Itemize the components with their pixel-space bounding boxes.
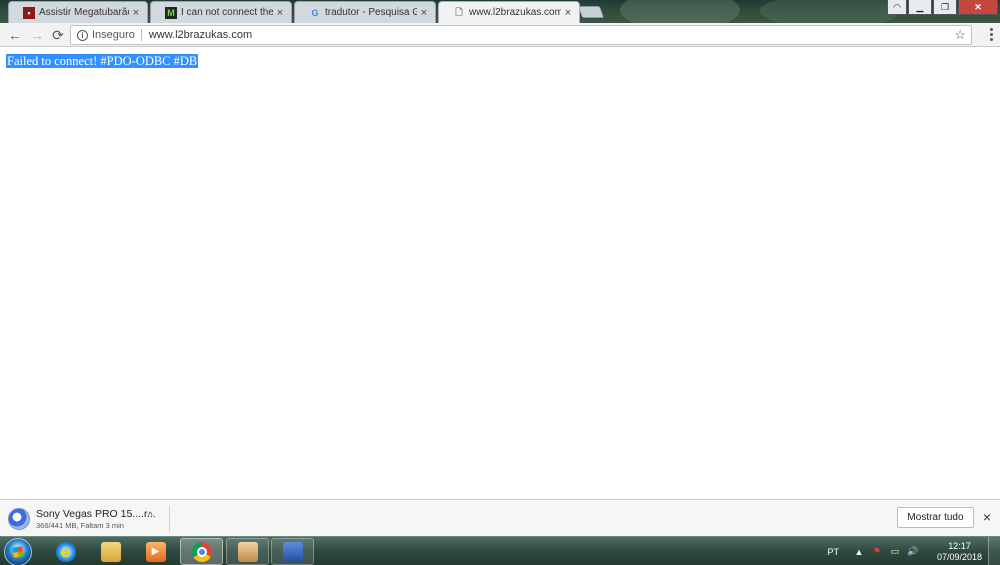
download-status: 366/441 MB, Faltam 3 min [36, 521, 124, 530]
reload-button[interactable]: ⟳ [49, 26, 67, 44]
installer-icon [8, 508, 30, 530]
show-all-button[interactable]: Mostrar tudo [897, 507, 974, 528]
address-bar[interactable]: i Inseguro www.l2brazukas.com ☆ [70, 25, 972, 45]
show-desktop-button[interactable] [988, 537, 1000, 565]
divider [140, 29, 142, 41]
network-icon[interactable]: ▭ [889, 546, 901, 557]
media-player-button[interactable]: ▶ [134, 538, 177, 565]
forward-button[interactable]: → [28, 26, 46, 44]
tab-l2brazukas[interactable]: 🗋 www.l2brazukas.com × [438, 1, 580, 23]
page-content: Failed to connect! #PDO-ODBC #DB [0, 48, 1000, 499]
close-icon[interactable]: × [561, 7, 575, 19]
browser-menu-button[interactable] [988, 28, 994, 41]
chevron-up-icon[interactable]: ^ [148, 511, 153, 522]
tab-megatubarao[interactable]: ▪ Assistir Megatubarão Dub × [8, 1, 148, 23]
url-text[interactable]: www.l2brazukas.com [149, 29, 252, 41]
close-icon[interactable]: × [417, 7, 431, 19]
tab-title: Assistir Megatubarão Dub [39, 7, 129, 18]
tab-tradutor[interactable]: G tradutor - Pesquisa Goog × [294, 1, 436, 23]
language-indicator[interactable]: PT [827, 547, 839, 557]
menu-dot [989, 38, 993, 41]
window-controls: ◠ ▁ ❐ ✕ [887, 0, 998, 15]
google-icon: G [311, 7, 319, 18]
browser-toolbar: ← → ⟳ i Inseguro www.l2brazukas.com ☆ [0, 23, 1000, 47]
folder-icon [100, 541, 121, 562]
tab-title: tradutor - Pesquisa Goog [325, 7, 417, 18]
close-icon[interactable]: × [273, 7, 287, 19]
download-item[interactable]: Sony Vegas PRO 15....r... 366/441 MB, Fa… [8, 506, 156, 532]
internet-explorer-button[interactable]: e [44, 538, 87, 565]
game-launcher-button[interactable] [226, 538, 269, 565]
clock[interactable]: 12:17 07/09/2018 [937, 541, 982, 563]
download-shelf: Sony Vegas PRO 15....r... 366/441 MB, Fa… [0, 499, 1000, 536]
background-blob [760, 0, 900, 23]
m-icon: M [165, 6, 177, 19]
close-icon[interactable]: × [980, 509, 994, 525]
show-hidden-icons-icon[interactable]: ▲ [853, 547, 865, 557]
volume-icon[interactable]: 🔊 [907, 546, 919, 557]
game-icon [237, 541, 258, 562]
tab-connect-site[interactable]: M I can not connect the site × [150, 1, 292, 23]
minimize-button[interactable]: ▁ [908, 0, 932, 15]
menu-dot [989, 33, 993, 36]
back-button[interactable]: ← [6, 26, 24, 44]
security-label[interactable]: Inseguro [92, 29, 135, 41]
chrome-button[interactable] [180, 538, 223, 565]
tab-strip: ▪ Assistir Megatubarão Dub × M I can not… [0, 0, 1000, 23]
system-tray: PT ▲ ⚑ ▭ 🔊 12:17 07/09/2018 [827, 537, 982, 565]
action-center-flag-icon[interactable]: ⚑ [871, 546, 883, 557]
tab-title: www.l2brazukas.com [469, 7, 561, 18]
file-explorer-button[interactable] [89, 538, 132, 565]
taskbar: e ▶ PT ▲ ⚑ ▭ 🔊 12:17 07/09/2018 [0, 536, 1000, 565]
divider [169, 506, 170, 532]
start-button[interactable] [4, 538, 32, 565]
page-icon: 🗋 [455, 6, 463, 17]
clock-time: 12:17 [948, 540, 971, 551]
info-icon[interactable]: i [77, 29, 88, 41]
network-app-button[interactable] [271, 538, 314, 565]
clock-date: 07/09/2018 [936, 551, 982, 562]
new-tab-button[interactable] [577, 6, 605, 18]
restore-button[interactable]: ❐ [933, 0, 957, 15]
close-icon[interactable]: × [129, 7, 143, 19]
close-window-button[interactable]: ✕ [958, 0, 998, 15]
download-name: Sony Vegas PRO 15....r... [36, 508, 156, 520]
background-blob [620, 0, 740, 23]
error-message: Failed to connect! #PDO-ODBC #DB [6, 54, 199, 68]
film-icon: ▪ [23, 6, 35, 19]
media-player-icon: ▶ [145, 541, 166, 562]
chrome-icon [191, 541, 212, 562]
network-computer-icon [282, 541, 303, 562]
tab-title: I can not connect the site [181, 7, 273, 18]
internet-explorer-icon: e [55, 541, 76, 562]
profile-icon[interactable]: ◠ [887, 0, 907, 15]
bookmark-star-icon[interactable]: ☆ [954, 27, 966, 43]
menu-dot [989, 28, 993, 31]
